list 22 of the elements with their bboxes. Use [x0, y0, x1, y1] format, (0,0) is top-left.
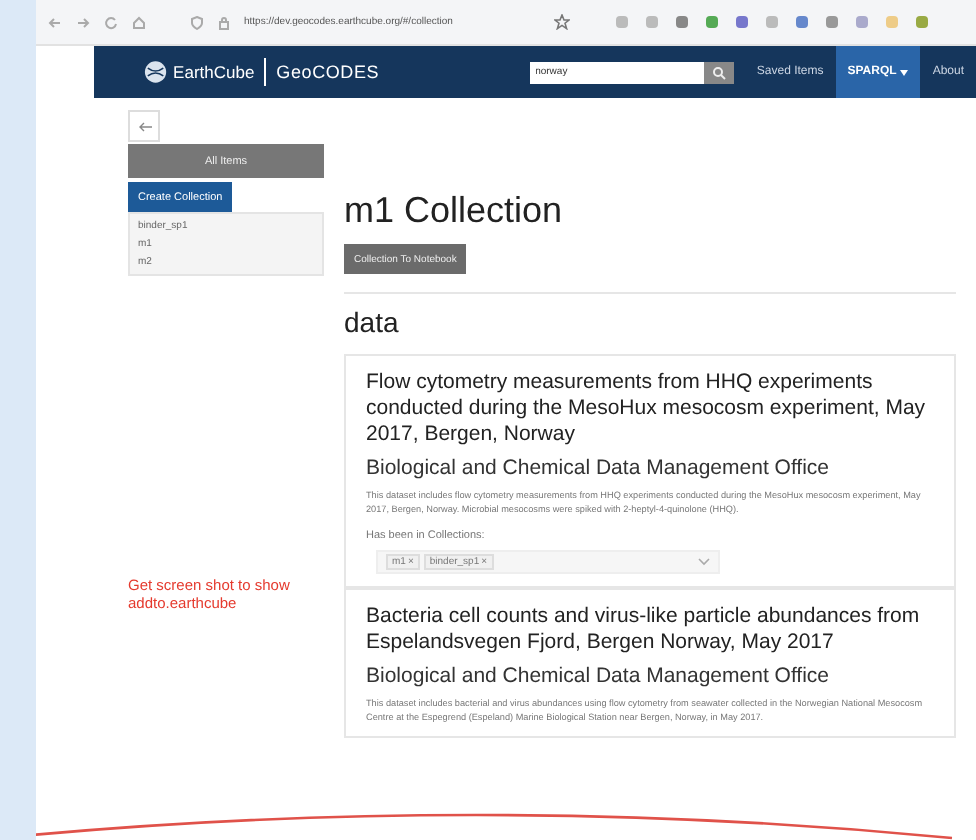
publisher-name: Biological and Chemical Data Management Office [366, 664, 832, 688]
home-icon[interactable] [132, 15, 146, 29]
arrow-left-icon [137, 121, 151, 131]
section-heading: data [344, 306, 401, 338]
forward-icon[interactable] [76, 15, 90, 29]
globe-logo-icon [142, 60, 170, 84]
product-name[interactable]: GeoCODES [276, 62, 380, 82]
chevron-down-icon [698, 558, 710, 566]
result-title[interactable]: Flow cytometry measurements from HHQ experiments conducted during the MesoHux mesocosm experiment, May 2017, Bergen, Norway [366, 370, 934, 448]
back-button[interactable] [128, 110, 160, 142]
star-icon[interactable] [554, 14, 570, 30]
brand-name[interactable]: EarthCube [173, 62, 255, 82]
search-icon [711, 65, 726, 79]
reload-icon[interactable] [104, 15, 118, 29]
shield-icon [190, 15, 204, 29]
page-title: m1 Collection [344, 190, 565, 232]
publisher-name: Biological and Chemical Data Management Office [366, 456, 832, 480]
search-button[interactable] [703, 61, 734, 83]
caret-icon [900, 69, 909, 75]
lock-icon [218, 15, 230, 29]
result-title[interactable]: Bacteria cell counts and virus-like particle abundances from Espelandsvegen Fjord, Bergen Norway, May 2017 [366, 604, 934, 656]
back-icon[interactable] [48, 15, 62, 29]
